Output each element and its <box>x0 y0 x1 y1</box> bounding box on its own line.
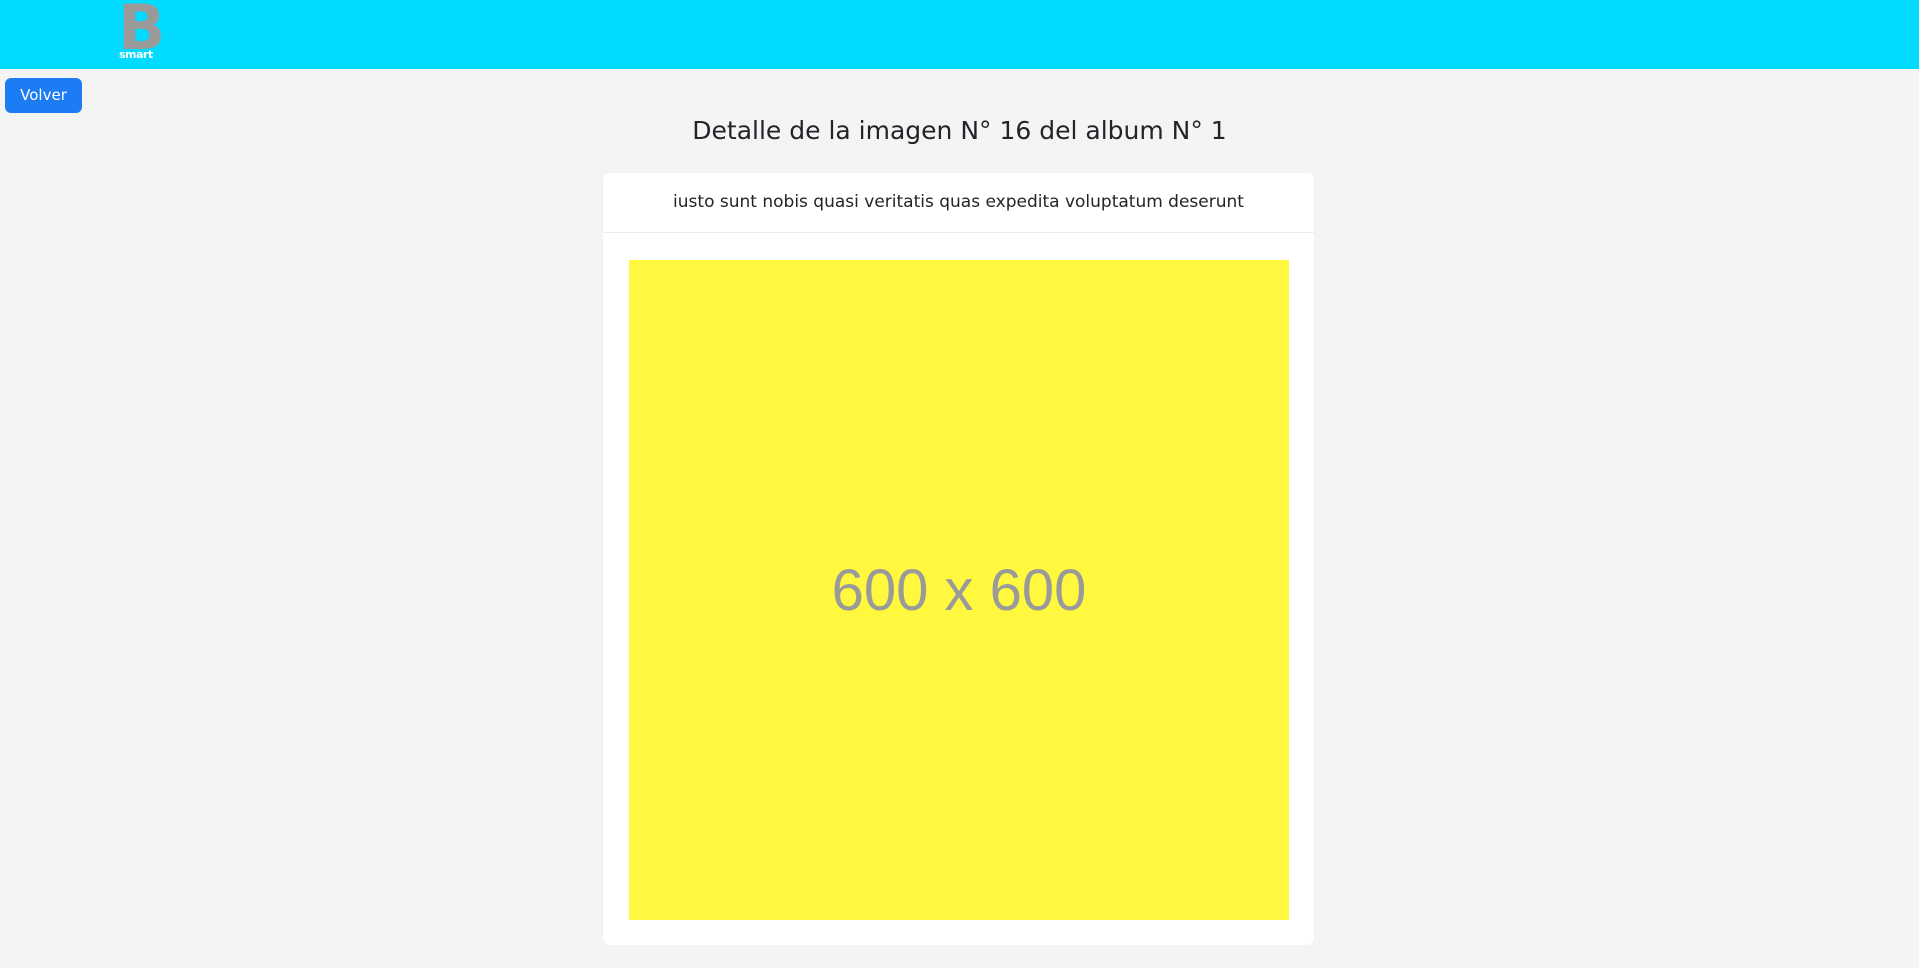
logo-text: smart <box>119 48 153 61</box>
album-image: 600 x 600 <box>629 260 1289 920</box>
image-detail-card: iusto sunt nobis quasi veritatis quas ex… <box>603 173 1314 945</box>
back-button[interactable]: Volver <box>5 78 82 113</box>
image-placeholder-label: 600 x 600 <box>831 557 1087 623</box>
top-navbar: B smart <box>0 0 1919 69</box>
brand-logo[interactable]: B smart <box>118 0 166 61</box>
page-title: Detalle de la imagen N° 16 del album N° … <box>692 116 1227 145</box>
card-title: iusto sunt nobis quasi veritatis quas ex… <box>603 173 1314 233</box>
